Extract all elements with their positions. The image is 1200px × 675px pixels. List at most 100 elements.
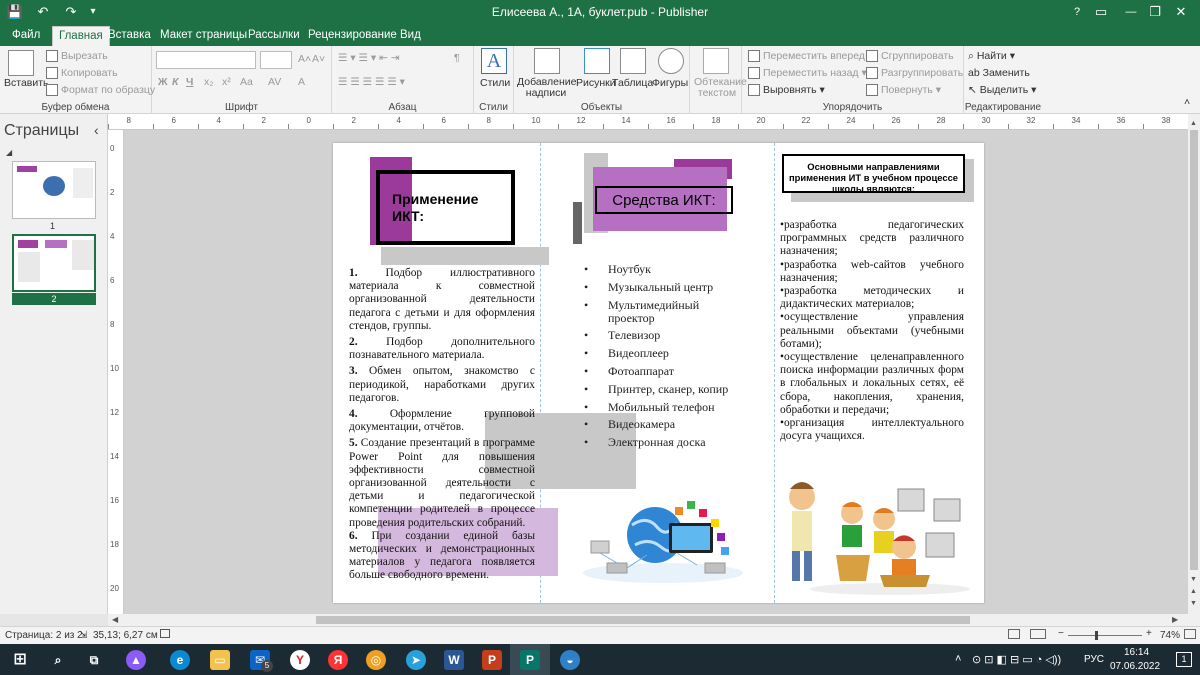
- add-textbox-button[interactable]: Добавление надписи: [517, 77, 577, 99]
- tray-chevron-icon[interactable]: ˄: [955, 653, 961, 665]
- zoom-level[interactable]: 74%: [1160, 630, 1180, 641]
- scroll-right-icon[interactable]: ▶: [1172, 615, 1178, 624]
- network-illustration[interactable]: [577, 493, 749, 589]
- yandex-icon[interactable]: Я: [328, 650, 348, 670]
- task-view-icon[interactable]: ⧉: [84, 650, 104, 670]
- scroll-left-icon[interactable]: ◀: [112, 615, 118, 624]
- subscript-button[interactable]: x₂: [204, 76, 213, 88]
- single-page-view-icon[interactable]: [1008, 629, 1020, 639]
- language-indicator[interactable]: РУС: [1084, 654, 1104, 665]
- search-icon[interactable]: ⌕: [48, 650, 68, 670]
- shapes-button[interactable]: Фигуры: [652, 77, 688, 89]
- zoom-slider[interactable]: [1068, 631, 1142, 640]
- ruler-h-tick-label: 2: [351, 116, 356, 125]
- fit-page-icon[interactable]: [1184, 629, 1196, 639]
- paste-button[interactable]: Вставить: [4, 77, 49, 89]
- publication-page[interactable]: Применение ИКТ: 1. Подбор иллюстративног…: [333, 143, 984, 603]
- shrink-font-button[interactable]: A˅: [312, 53, 325, 65]
- kids-computers-illustration[interactable]: [780, 475, 976, 599]
- clock-date[interactable]: 07.06.2022: [1110, 661, 1160, 672]
- zoom-in-button[interactable]: +: [1146, 628, 1152, 639]
- col3-item: •осуществление управления реальными объе…: [780, 311, 964, 350]
- format-painter-button[interactable]: Формат по образцу: [46, 84, 155, 97]
- wrap-text-button[interactable]: Обтекание текстом: [694, 77, 747, 99]
- alice-icon[interactable]: ▲: [126, 650, 146, 670]
- undo-icon[interactable]: ↶: [34, 3, 52, 21]
- tab-insert[interactable]: Вставка: [102, 26, 157, 46]
- clock-time[interactable]: 16:14: [1124, 647, 1149, 658]
- copy-button[interactable]: Копировать: [46, 67, 118, 80]
- styles-button[interactable]: Стили: [480, 77, 510, 89]
- cut-button[interactable]: Вырезать: [46, 50, 108, 63]
- tab-review[interactable]: Рецензирование: [302, 26, 403, 46]
- char-spacing-button[interactable]: AV: [268, 76, 281, 88]
- page-thumbnail-2[interactable]: [12, 234, 96, 292]
- hscroll-thumb[interactable]: [316, 616, 970, 624]
- tray-icons[interactable]: ⊙ ⊡ ◧ ⊟ ▭ ◔ ◁)): [972, 653, 1061, 666]
- next-page-icon[interactable]: ▼: [1190, 600, 1197, 607]
- col1-item-num: 1.: [349, 267, 358, 279]
- close-button[interactable]: ✕: [1158, 0, 1200, 24]
- superscript-button[interactable]: x²: [222, 76, 231, 88]
- pilcrow-button[interactable]: ¶: [454, 52, 460, 64]
- ruler-h-tick-label: 6: [441, 116, 446, 125]
- group-button[interactable]: Сгруппировать: [866, 50, 954, 63]
- grow-font-button[interactable]: A˄: [298, 53, 311, 65]
- thumb-1-text: [73, 168, 93, 198]
- prev-page-icon[interactable]: ▲: [1190, 588, 1197, 595]
- scroll-up-icon[interactable]: ▲: [1190, 120, 1197, 127]
- font-color-button[interactable]: A: [298, 76, 305, 88]
- bullets-button[interactable]: ☰ ▾ ☰ ▾ ⇤ ⇥: [338, 52, 400, 64]
- tab-view[interactable]: Вид: [394, 26, 427, 46]
- page-status[interactable]: Страница: 2 из 2: [5, 630, 83, 641]
- ruler-h-tick: [603, 124, 604, 129]
- save-icon[interactable]: 💾: [6, 3, 24, 21]
- cloud-app-icon[interactable]: ◒: [560, 650, 580, 670]
- windows-start-icon[interactable]: ⊞: [10, 650, 30, 670]
- italic-button[interactable]: К: [172, 76, 178, 88]
- ruler-h-tick-label: 30: [981, 116, 991, 125]
- find-button[interactable]: ⌕ Найти ▾: [968, 50, 1015, 63]
- tab-file[interactable]: Файл: [6, 26, 46, 46]
- tab-mailings[interactable]: Рассылки: [242, 26, 306, 46]
- font-size-combo[interactable]: [260, 51, 292, 69]
- underline-button[interactable]: Ч: [186, 76, 193, 88]
- vscroll-thumb[interactable]: [1190, 130, 1198, 570]
- powerpoint-icon[interactable]: P: [482, 650, 502, 670]
- word-icon[interactable]: W: [444, 650, 464, 670]
- align-buttons[interactable]: ☰ ☰ ☰ ☰ ☰ ▾: [338, 76, 405, 88]
- file-explorer-icon[interactable]: ▭: [210, 650, 230, 670]
- scroll-down-icon[interactable]: ▼: [1190, 576, 1197, 583]
- tab-page-layout[interactable]: Макет страницы: [154, 26, 253, 46]
- page-thumbnail-1[interactable]: [12, 161, 96, 219]
- redo-icon[interactable]: ↷: [62, 3, 80, 21]
- collapse-ribbon-icon[interactable]: ˄: [1184, 96, 1190, 108]
- change-case-button[interactable]: Aa: [240, 76, 253, 88]
- notification-icon[interactable]: 1: [1176, 652, 1192, 667]
- replace-button[interactable]: ab Заменить: [968, 67, 1030, 79]
- select-button[interactable]: ↖ Выделить ▾: [968, 84, 1036, 96]
- qat-more-icon[interactable]: ▾: [84, 3, 102, 21]
- horizontal-ruler[interactable]: 8 6 4 2 0 2 4 6 8 10 12 14 16 18 20 22 24 26 28 30 32 34 36 38: [108, 114, 1188, 130]
- rotate-button[interactable]: Повернуть ▾: [866, 84, 941, 97]
- ungroup-button[interactable]: Разгруппировать: [866, 67, 963, 80]
- zoom-out-button[interactable]: −: [1058, 628, 1064, 639]
- telegram-icon[interactable]: ➤: [406, 650, 426, 670]
- font-name-combo[interactable]: [156, 51, 256, 69]
- zoom-slider-thumb[interactable]: [1095, 631, 1098, 640]
- chromium-icon[interactable]: ◎: [366, 650, 386, 670]
- edge-icon[interactable]: e: [170, 650, 190, 670]
- ruler-h-tick: [1143, 124, 1144, 129]
- align-button[interactable]: Выровнять ▾: [748, 84, 825, 97]
- bring-forward-button[interactable]: Переместить вперед ▾: [748, 50, 873, 63]
- table-button[interactable]: Таблица: [612, 77, 653, 89]
- send-backward-button[interactable]: Переместить назад ▾: [748, 67, 867, 80]
- yandex-browser-icon[interactable]: Y: [290, 650, 310, 670]
- pictures-button[interactable]: Рисунки: [576, 77, 616, 89]
- two-page-view-icon[interactable]: [1030, 629, 1046, 639]
- collapse-pane-icon[interactable]: ‹: [94, 122, 99, 138]
- bold-button[interactable]: Ж: [158, 76, 168, 88]
- vertical-ruler[interactable]: 0 2 4 6 8 10 12 14 16 18 20: [108, 130, 124, 614]
- horizontal-scrollbar[interactable]: ◀ ▶: [108, 614, 1200, 626]
- vertical-scrollbar[interactable]: ▲ ▼ ▲ ▼: [1188, 114, 1200, 614]
